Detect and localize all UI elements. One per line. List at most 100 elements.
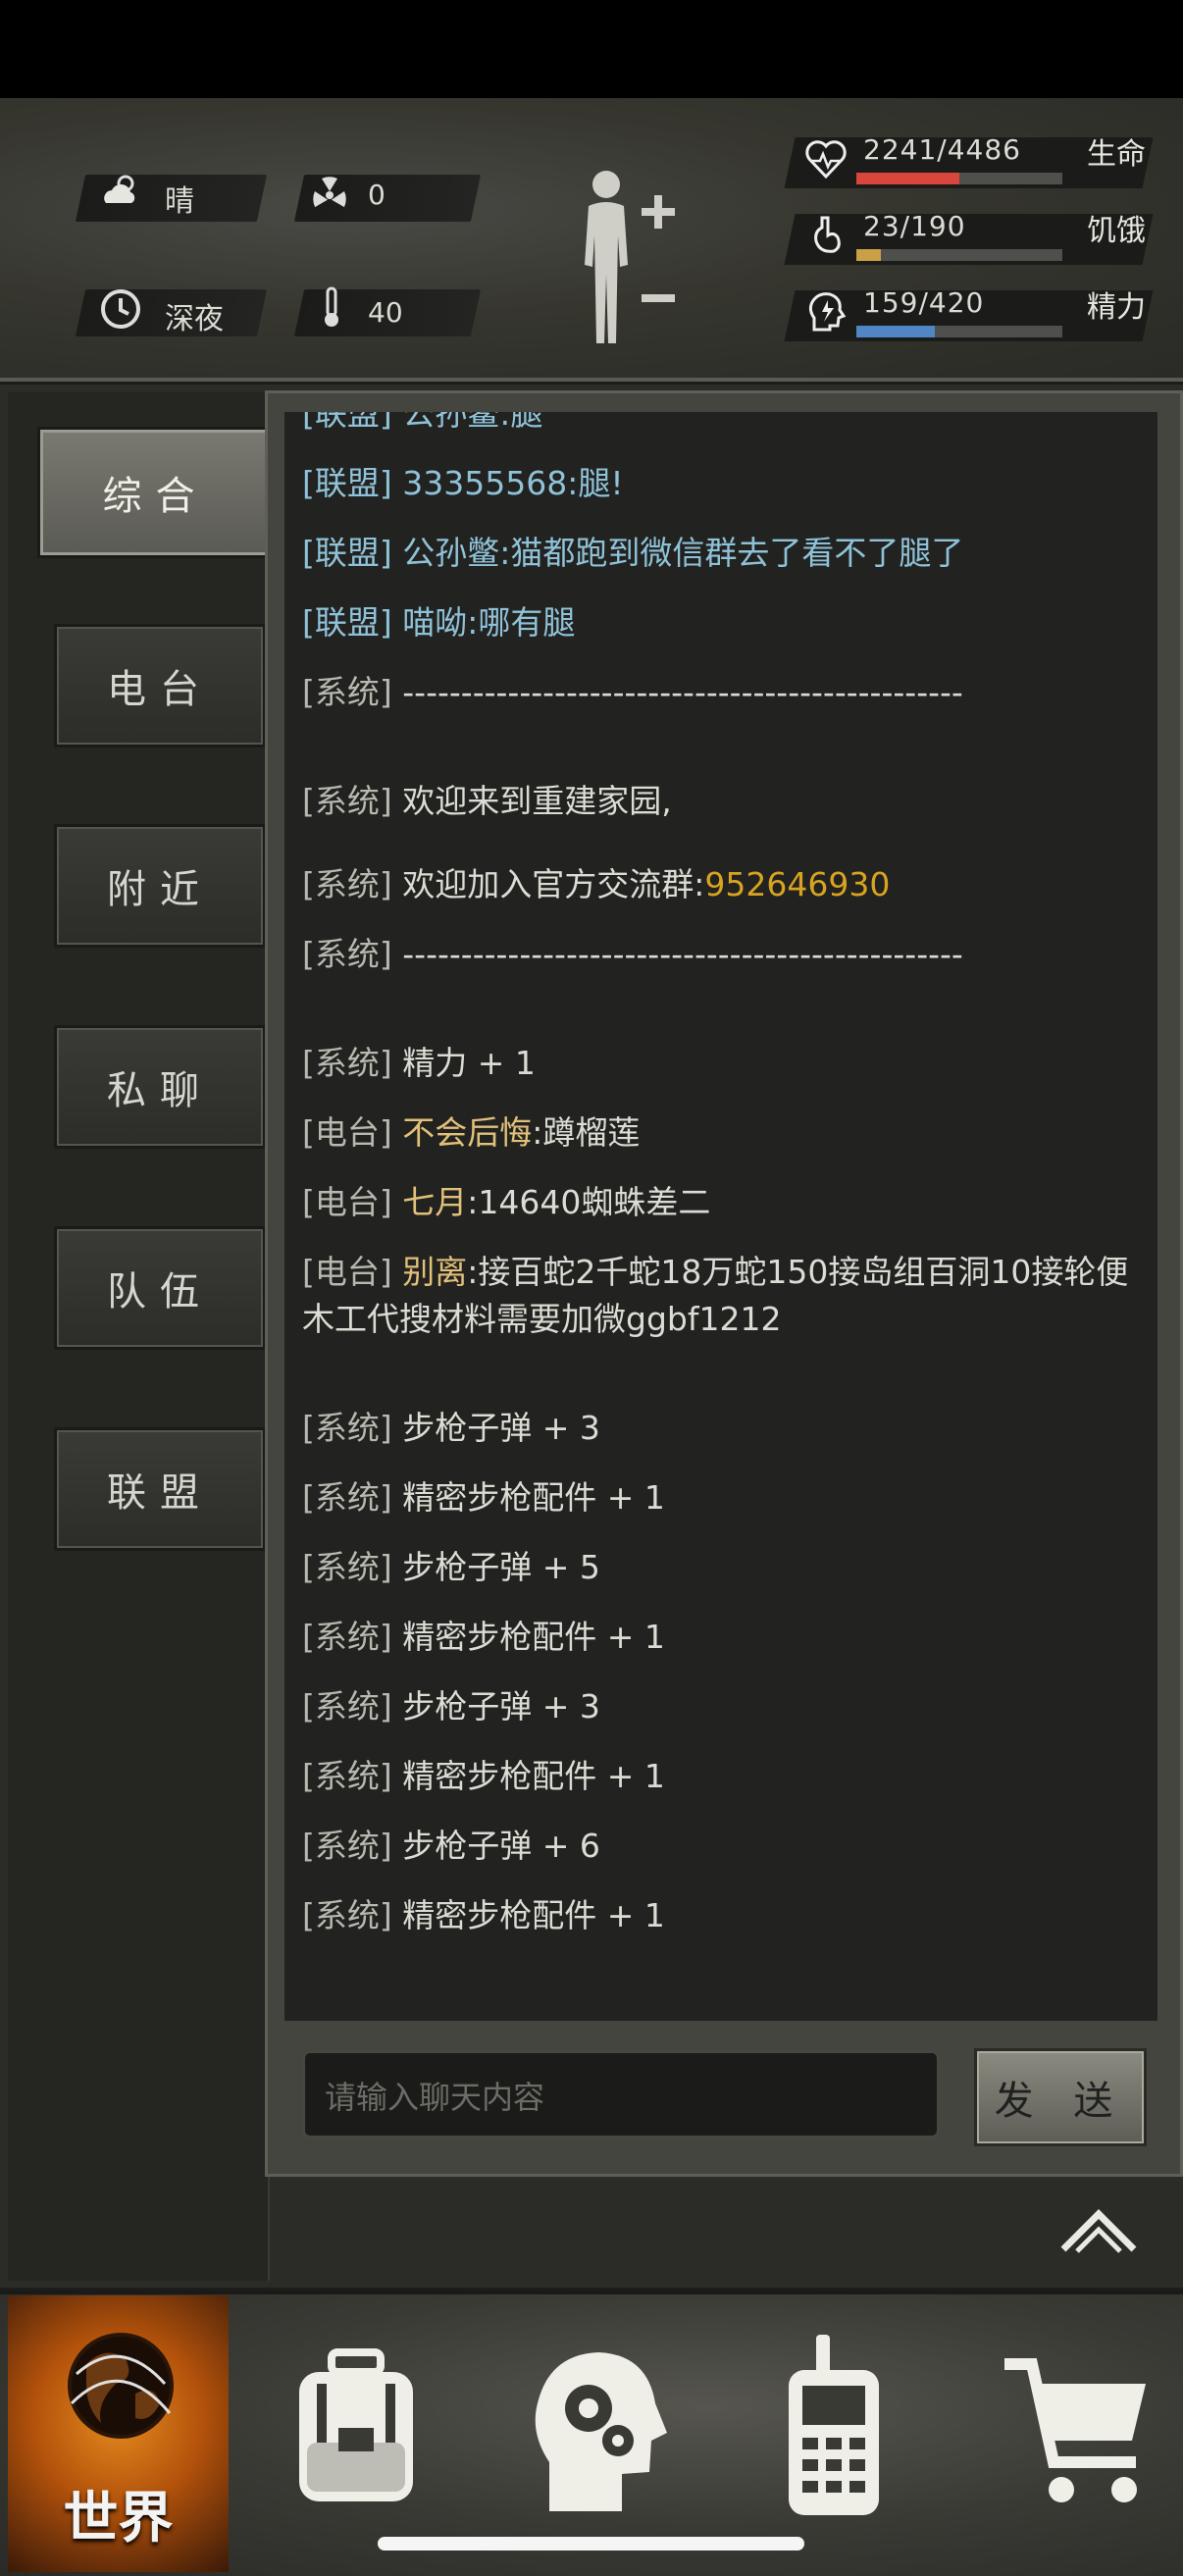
chat-channel-tag: [系统] [302,782,403,820]
chat-channel-tag: [系统] [302,1687,403,1726]
globe-icon [68,2333,174,2439]
chat-channel-tag: [系统] [302,1618,403,1656]
hunger-label: 饥饿 [1087,214,1146,248]
chat-text: 欢迎来到重建家园, [402,782,672,820]
chat-text: ----------------------------------------… [402,673,963,711]
chat-text: 精密步枪配件 + 1 [402,1896,665,1934]
chat-text: 精密步枪配件 + 1 [402,1618,665,1656]
energy-label: 精力 [1087,290,1146,325]
brain-gear-icon [535,2352,667,2511]
chat-channel-tag: [系统] [302,1827,403,1865]
tab-alliance[interactable]: 联盟 [54,1427,266,1551]
chat-channel-tag: [系统] [302,935,403,973]
chat-text: 33355568:腿! [402,464,624,502]
heart-icon [805,140,847,180]
chat-message: [系统] -----------------------------------… [302,931,1146,978]
chat-text: 步枪子弹 + 6 [402,1827,600,1865]
chat-channel-tag: [联盟] [302,603,403,642]
radiation-value: 0 [368,179,386,211]
tab-private[interactable]: 私聊 [54,1025,266,1149]
chat-channel-tag: [系统] [302,1409,403,1447]
weather-text: 晴 [165,184,194,219]
chat-message: [系统] 精密步枪配件 + 1 [302,1614,1146,1661]
chat-message: [系统] 步枪子弹 + 6 [302,1823,1146,1870]
chat-input[interactable]: 请输入聊天内容 [302,2050,940,2138]
body-status-icon[interactable] [569,167,687,348]
temperature-value: 40 [368,296,403,329]
chat-text: ----------------------------------------… [402,935,963,973]
chat-message: [系统] 欢迎加入官方交流群:952646930 [302,861,1146,908]
tab-radio[interactable]: 电台 [54,624,266,747]
cloud-sun-icon [104,175,135,203]
chat-text: 公孙鳖:腿 [402,412,543,433]
energy-row: 159/420 精力 [784,281,1154,349]
chat-message: [系统] -----------------------------------… [302,669,1146,716]
nav-world[interactable]: 世界 [8,2295,229,2572]
hunger-bar [856,249,1062,261]
chat-channel-tag: [电台] [302,1253,403,1291]
chat-channel-tag: [电台] [302,1183,403,1221]
nav-shop[interactable] [999,2325,1156,2521]
chat-message: [联盟] 公孙鳖:猫都跑到微信群去了看不了腿了 [302,530,1146,577]
tab-general[interactable]: 综合 [37,427,274,558]
chat-channel-tag: [电台] [302,1113,403,1152]
chat-text: 公孙鳖:猫都跑到微信群去了看不了腿了 [402,534,964,572]
health-row: 2241/4486 生命 [784,128,1154,196]
chat-username[interactable]: 七月 [402,1183,467,1221]
radiation-icon [313,177,346,208]
chat-channel-tag: [系统] [302,673,403,711]
chat-channel-tag: [系统] [302,1896,403,1934]
chat-message: [电台] 别离:接百蛇2千蛇18万蛇150接岛组百洞10接轮便木工代搜材料需要加… [302,1249,1146,1343]
stomach-icon [814,216,841,253]
health-bar [856,173,1062,184]
time-of-day-text: 深夜 [165,302,224,336]
backpack-icon [299,2348,413,2501]
chat-channel-tag: [联盟] [302,464,403,502]
chat-text: 欢迎加入官方交流群: [402,865,705,903]
thermometer-icon [325,286,338,327]
chat-channel-tag: [联盟] [302,534,403,572]
hunger-value: 23/190 [863,210,966,242]
chat-channel-tag: [系统] [302,1044,403,1082]
chat-highlight-number: 952646930 [704,865,891,903]
send-button[interactable]: 发 送 [974,2048,1147,2146]
radio-icon [789,2335,879,2515]
nav-skills[interactable] [520,2325,677,2521]
chat-text: :蹲榴莲 [532,1113,641,1152]
chat-log[interactable]: [联盟] 公孙鳖:腿 [联盟] 33355568:腿! [联盟] 公孙鳖:猫都跑到微… [284,412,1157,2021]
chat-text: 步枪子弹 + 3 [402,1687,600,1726]
chat-message: [系统] 精密步枪配件 + 1 [302,1892,1146,1939]
nav-radio[interactable] [755,2325,912,2521]
status-bar-area [0,0,1183,98]
tab-team[interactable]: 队伍 [54,1226,266,1350]
tab-nearby[interactable]: 附近 [54,824,266,948]
chat-text: 步枪子弹 + 5 [402,1548,600,1586]
collapse-up-icon[interactable] [1059,2202,1138,2261]
chat-text: 精密步枪配件 + 1 [402,1757,665,1795]
chat-channel-tag: [联盟] [302,412,403,433]
chat-message: [系统] 精密步枪配件 + 1 [302,1753,1146,1800]
chat-message: [系统] 步枪子弹 + 3 [302,1683,1146,1730]
chat-message: [电台] 不会后悔:蹲榴莲 [302,1109,1146,1157]
nav-backpack[interactable] [278,2325,435,2521]
chat-text: 喵呦:哪有腿 [402,603,576,642]
hunger-row: 23/190 饥饿 [784,204,1154,273]
chat-message: [系统] 精密步枪配件 + 1 [302,1474,1146,1521]
energy-head-icon [808,292,847,332]
chat-text: 精力 + 1 [402,1044,536,1082]
chat-username[interactable]: 别离 [402,1253,467,1291]
chat-channel-tag: [系统] [302,865,403,903]
health-value: 2241/4486 [863,133,1021,166]
chat-channel-tag: [系统] [302,1478,403,1517]
home-indicator [378,2537,804,2550]
chat-message: [系统] 欢迎来到重建家园, [302,778,1146,825]
chat-text: 步枪子弹 + 3 [402,1409,600,1447]
chat-message: [联盟] 公孙鳖:腿 [302,412,1146,438]
chat-username[interactable]: 不会后悔 [402,1113,532,1152]
chat-text: 精密步枪配件 + 1 [402,1478,665,1517]
chat-message: [系统] 精力 + 1 [302,1040,1146,1087]
chat-channel-tag: [系统] [302,1757,403,1795]
chat-channel-tag: [系统] [302,1548,403,1586]
clock-icon [101,289,140,329]
health-label: 生命 [1087,137,1146,172]
